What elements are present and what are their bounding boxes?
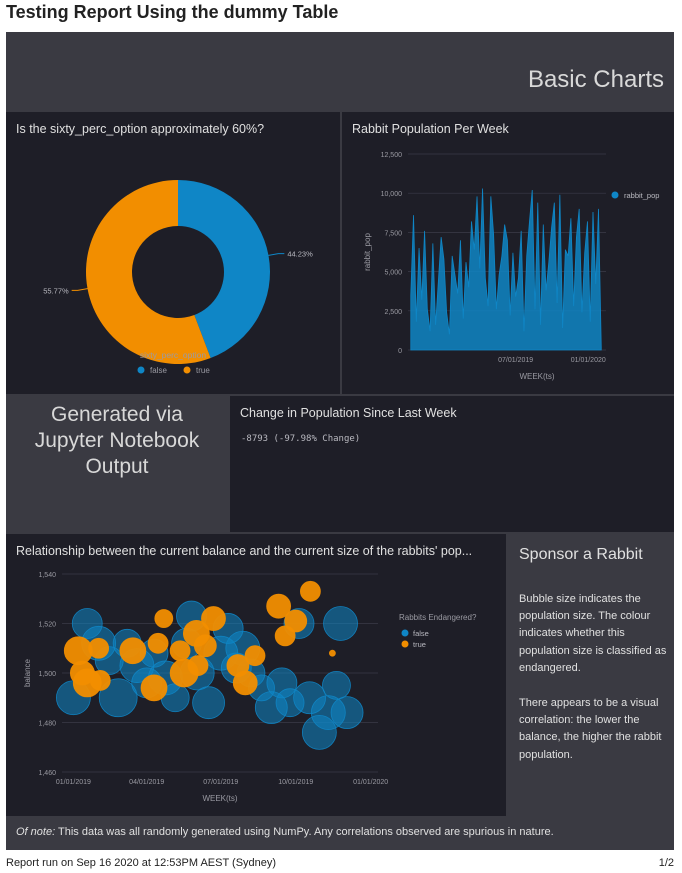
donut-legend-title: sixty_perc_option xyxy=(140,350,206,360)
legend-marker-true xyxy=(183,366,191,374)
y-tick-label: 1,540 xyxy=(38,572,56,579)
report-run-info: Report run on Sep 16 2020 at 12:53PM AES… xyxy=(6,857,277,869)
x-axis-label: WEEK(ts) xyxy=(202,794,237,803)
legend-label-false: false xyxy=(150,366,167,375)
bubble-true xyxy=(89,670,111,691)
bubble-true xyxy=(232,670,258,696)
bubble-true xyxy=(169,640,191,662)
bubble-true xyxy=(244,645,266,667)
y-tick-label: 1,500 xyxy=(38,671,56,678)
x-tick-label: 07/01/2019 xyxy=(203,779,238,786)
report-title: Testing Report Using the dummy Table xyxy=(6,2,339,22)
y-tick-label: 5,000 xyxy=(384,270,402,277)
donut-slice-label: 55.77% xyxy=(43,286,69,295)
bubble-true xyxy=(140,674,168,702)
bubble-false xyxy=(322,670,351,700)
bubble-true xyxy=(193,634,217,658)
x-tick-label: 07/01/2019 xyxy=(498,357,533,364)
bubble-chart-panel: Relationship between the current balance… xyxy=(6,534,506,816)
generated-note: Generated via Jupyter Notebook Output xyxy=(6,396,228,532)
bubble-true xyxy=(88,637,110,659)
y-tick-label: 7,500 xyxy=(384,230,402,237)
x-axis-label: WEEK(ts) xyxy=(519,372,554,381)
bubble-true xyxy=(147,632,169,654)
legend-label-true: true xyxy=(196,366,210,375)
area-series-rabbit-pop xyxy=(410,188,602,351)
y-tick-label: 1,460 xyxy=(38,770,56,777)
dashboard: Basic Charts Is the sixty_perc_option ap… xyxy=(6,32,674,850)
footer-note-text: This data was all randomly generated usi… xyxy=(55,826,554,838)
legend-marker-rabbit-pop xyxy=(611,191,619,199)
area-chart-panel: Rabbit Population Per Week 0 2,500 5,000 7,… xyxy=(342,112,674,394)
legend-label-rabbit-pop: rabbit_pop xyxy=(624,191,659,200)
x-tick-label: 01/01/2020 xyxy=(571,357,606,364)
x-tick-label: 01/01/2019 xyxy=(56,779,91,786)
x-tick-label: 01/01/2020 xyxy=(353,779,388,786)
sponsor-paragraph-2: There appears to be a visual correlation… xyxy=(519,697,662,761)
bubble-true xyxy=(328,649,336,657)
donut-label-line xyxy=(71,288,88,291)
legend-label-false: false xyxy=(413,629,429,638)
y-tick-label: 2,500 xyxy=(384,309,402,316)
sponsor-paragraph-1: Bubble size indicates the population siz… xyxy=(519,593,667,674)
bubble-true xyxy=(187,655,209,676)
legend-marker-false xyxy=(401,629,409,637)
bubble-legend-title: Rabbits Endangered? xyxy=(399,613,477,622)
generated-text: Generated via Jupyter Notebook Output xyxy=(34,403,200,478)
bubble-true xyxy=(284,609,308,633)
sponsor-block: Sponsor a Rabbit Bubble size indicates t… xyxy=(508,534,674,816)
bubble-true xyxy=(63,636,93,666)
bubble-true xyxy=(154,609,174,628)
bubble-true xyxy=(119,637,147,665)
x-tick-label: 04/01/2019 xyxy=(129,779,164,786)
legend-label-true: true xyxy=(413,640,426,649)
donut-label-line xyxy=(268,253,285,256)
y-tick-label: 10,000 xyxy=(381,191,403,198)
bubble-false xyxy=(330,696,364,730)
footer-note: Of note: This data was all randomly gene… xyxy=(16,826,554,838)
donut-slice-label: 44.23% xyxy=(287,250,313,259)
change-title: Change in Population Since Last Week xyxy=(240,406,457,420)
y-axis-label: balance xyxy=(23,658,32,687)
bubble-false xyxy=(323,606,358,641)
bubble-true xyxy=(201,606,226,631)
bubble-false xyxy=(192,686,225,720)
area-chart: 0 2,500 5,000 7,500 10,000 12,500 07/01/2019 01… xyxy=(363,152,659,381)
bubble-true xyxy=(300,580,321,602)
banner: Basic Charts xyxy=(6,32,674,112)
y-axis-label: rabbit_pop xyxy=(363,233,372,271)
donut-chart: 44.23% 55.77% sixty_perc_option false tru… xyxy=(43,180,313,375)
x-tick-label: 10/01/2019 xyxy=(278,779,313,786)
change-value: -8793 (-97.98% Change) xyxy=(241,434,361,444)
y-tick-label: 12,500 xyxy=(381,152,403,159)
legend-marker-false xyxy=(137,366,145,374)
footer-note-label: Of note: xyxy=(16,826,56,838)
bubble-chart: 1,460 1,480 1,500 1,520 1,540 01/01/2019 04/01… xyxy=(23,572,477,803)
page-number: 1/2 xyxy=(658,857,674,869)
y-tick-label: 0 xyxy=(398,348,402,355)
sponsor-title: Sponsor a Rabbit xyxy=(519,546,643,563)
y-tick-label: 1,520 xyxy=(38,622,56,629)
legend-marker-true xyxy=(401,640,409,648)
banner-title: Basic Charts xyxy=(527,66,664,93)
y-tick-label: 1,480 xyxy=(38,721,56,728)
change-panel: Change in Population Since Last Week -87… xyxy=(230,396,674,532)
donut-chart-panel: Is the sixty_perc_option approximately 6… xyxy=(6,112,340,394)
